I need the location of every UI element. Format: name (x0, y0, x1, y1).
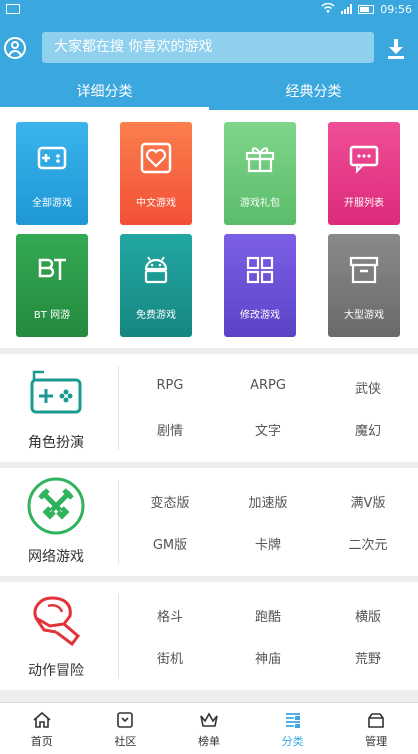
tile-modified-games[interactable]: 修改游戏 (224, 234, 296, 337)
section-online-games: 网络游戏 变态版 加速版 满V版 GM版 卡牌 二次元 (0, 468, 418, 576)
nav-community[interactable]: 社区 (84, 703, 168, 754)
user-avatar-icon[interactable] (4, 37, 26, 59)
download-icon[interactable] (387, 38, 405, 60)
boxing-glove-icon (33, 596, 81, 647)
bt-icon (38, 258, 66, 280)
nav-label: 社区 (114, 735, 137, 748)
nav-categories[interactable]: 分类 (251, 703, 335, 754)
subcategory-grid: 格斗 跑酷 横版 街机 神庙 荒野 (120, 592, 418, 680)
subcategory-gm[interactable]: GM版 (120, 534, 220, 553)
divider (118, 594, 119, 678)
bottom-navigation: 首页 社区 榜单 分类 管理 (0, 702, 418, 754)
home-icon (33, 711, 51, 728)
controller-icon (30, 370, 82, 414)
tab-detailed[interactable]: 详细分类 (0, 76, 209, 110)
tile-label: 中文游戏 (136, 198, 176, 209)
tile-large-games[interactable]: 大型游戏 (328, 234, 400, 337)
heart-icon (140, 142, 172, 174)
subcategory-wuxia[interactable]: 武侠 (318, 378, 418, 397)
grid-icon (246, 256, 274, 284)
subcategory-card[interactable]: 卡牌 (218, 534, 318, 553)
category-icon (285, 713, 300, 728)
chat-icon (349, 145, 379, 174)
nav-label: 管理 (365, 735, 388, 748)
screenshot-icon (6, 4, 20, 14)
subcategory-modded[interactable]: 变态版 (120, 492, 220, 511)
subcategory-fighting[interactable]: 格斗 (120, 606, 220, 625)
section-title: 动作冒险 (28, 663, 84, 679)
category-tiles: 全部游戏 中文游戏 游戏礼包 开服列表 BT 网游 免费游戏 修改游戏 大型游戏 (0, 110, 418, 348)
status-bar: 09:56 (0, 0, 418, 18)
tile-label: 游戏礼包 (240, 198, 280, 209)
crown-icon (200, 712, 218, 727)
community-icon (117, 712, 134, 728)
subcategory-speedup[interactable]: 加速版 (218, 492, 318, 511)
signal-icon (341, 4, 353, 14)
android-icon (144, 256, 168, 284)
subcategory-wilderness[interactable]: 荒野 (318, 648, 418, 667)
tile-label: 免费游戏 (136, 310, 176, 321)
category-tabs: 详细分类 经典分类 (0, 76, 418, 110)
divider (118, 366, 119, 450)
section-title: 角色扮演 (28, 435, 84, 451)
tile-label: 大型游戏 (344, 310, 384, 321)
subcategory-max-vip[interactable]: 满V版 (318, 492, 418, 511)
nav-manage[interactable]: 管理 (334, 703, 418, 754)
tile-all-games[interactable]: 全部游戏 (16, 122, 88, 225)
nav-label: 首页 (30, 735, 53, 748)
tile-server-list[interactable]: 开服列表 (328, 122, 400, 225)
subcategory-anime[interactable]: 二次元 (318, 534, 418, 553)
section-header[interactable]: 网络游戏 (0, 468, 118, 576)
status-time: 09:56 (380, 2, 412, 16)
subcategory-grid: RPG ARPG 武侠 剧情 文字 魔幻 (120, 364, 418, 452)
nav-home[interactable]: 首页 (0, 703, 84, 754)
tab-classic[interactable]: 经典分类 (209, 76, 418, 110)
nav-label: 分类 (281, 735, 304, 748)
crossed-swords-icon (27, 477, 85, 535)
subcategory-text[interactable]: 文字 (218, 420, 318, 439)
subcategory-story[interactable]: 剧情 (120, 420, 220, 439)
box-icon (349, 256, 379, 284)
wifi-icon (321, 2, 335, 16)
search-input[interactable]: 大家都在搜 你喜欢的游戏 (42, 32, 374, 63)
divider (118, 480, 119, 564)
subcategory-grid: 变态版 加速版 满V版 GM版 卡牌 二次元 (120, 478, 418, 566)
gift-icon (245, 147, 275, 173)
subcategory-temple[interactable]: 神庙 (218, 648, 318, 667)
subcategory-arcade[interactable]: 街机 (120, 648, 220, 667)
nav-label: 榜单 (197, 735, 220, 748)
section-header[interactable]: 角色扮演 (0, 354, 118, 462)
tile-label: 全部游戏 (32, 198, 72, 209)
subcategory-fantasy[interactable]: 魔幻 (318, 420, 418, 439)
section-header[interactable]: 动作冒险 (0, 582, 118, 690)
tile-label: BT 网游 (33, 310, 71, 321)
battery-icon (358, 4, 375, 14)
section-role-playing: 角色扮演 RPG ARPG 武侠 剧情 文字 魔幻 (0, 354, 418, 462)
subcategory-arpg[interactable]: ARPG (218, 378, 318, 393)
tile-chinese-games[interactable]: 中文游戏 (120, 122, 192, 225)
tile-bt-online[interactable]: BT 网游 (16, 234, 88, 337)
section-action-adventure: 动作冒险 格斗 跑酷 横版 街机 神庙 荒野 (0, 582, 418, 690)
gamepad-icon (37, 146, 67, 170)
tile-free-games[interactable]: 免费游戏 (120, 234, 192, 337)
nav-rankings[interactable]: 榜单 (167, 703, 251, 754)
subcategory-rpg[interactable]: RPG (120, 378, 220, 393)
tile-gift-packs[interactable]: 游戏礼包 (224, 122, 296, 225)
subcategory-parkour[interactable]: 跑酷 (218, 606, 318, 625)
manage-icon (368, 713, 384, 728)
section-title: 网络游戏 (28, 549, 84, 565)
subcategory-side-scroller[interactable]: 横版 (318, 606, 418, 625)
tile-label: 修改游戏 (240, 310, 280, 321)
tile-label: 开服列表 (344, 198, 384, 209)
header: 大家都在搜 你喜欢的游戏 详细分类 经典分类 (0, 18, 418, 110)
